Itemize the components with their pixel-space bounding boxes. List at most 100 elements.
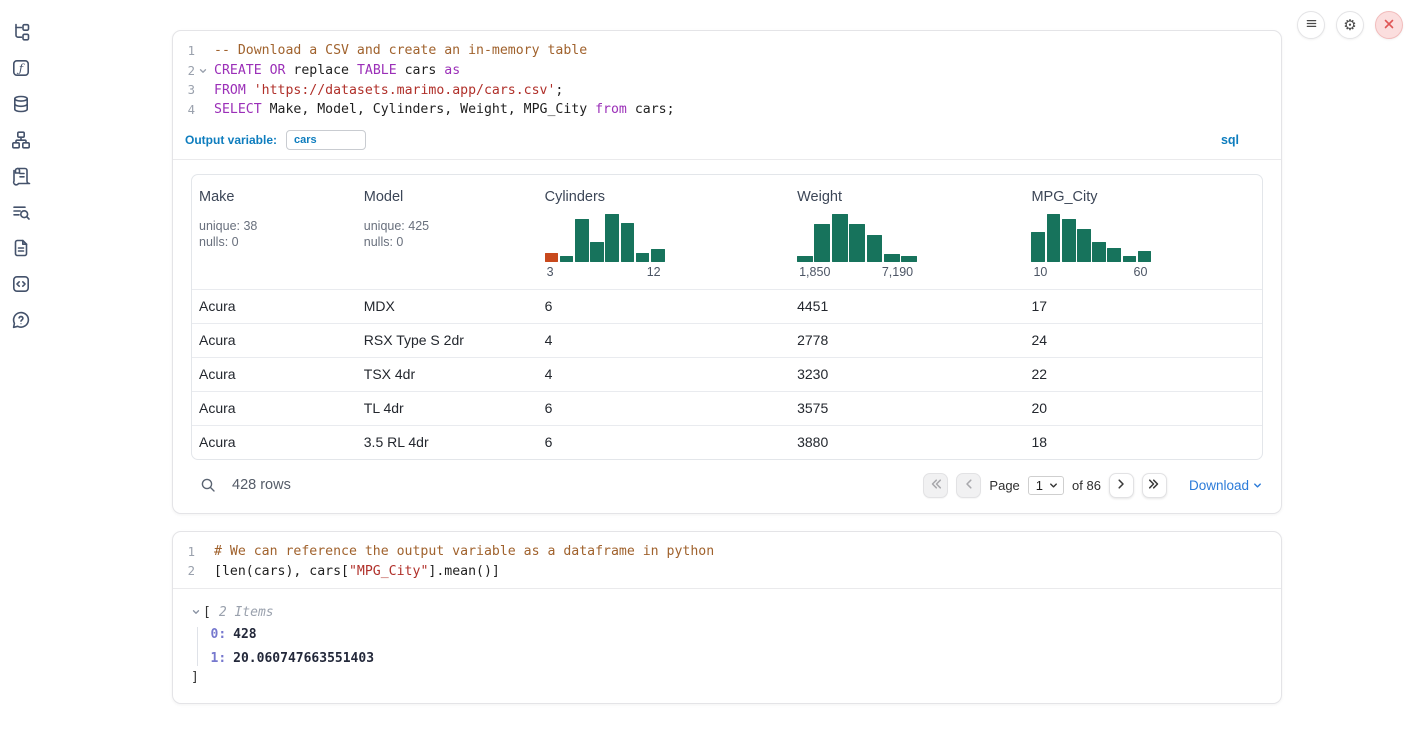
sidebar-item-scratchpad[interactable] xyxy=(11,166,31,186)
table-row[interactable]: AcuraTL 4dr6357520 xyxy=(192,391,1262,425)
prev-page-button[interactable] xyxy=(956,473,981,498)
next-page-button[interactable] xyxy=(1109,473,1134,498)
table-cell: 4 xyxy=(538,324,791,357)
line-number: 1 xyxy=(173,44,195,58)
table-cell: 2778 xyxy=(790,324,1024,357)
histogram-bar xyxy=(797,256,813,262)
line-number: 1 xyxy=(173,545,195,559)
sql-editor[interactable]: 1-- Download a CSV and create an in-memo… xyxy=(173,31,1281,127)
output-variable-input[interactable] xyxy=(286,130,366,150)
sidebar-item-snippets[interactable] xyxy=(11,274,31,294)
menu-button[interactable] xyxy=(1297,11,1325,39)
collapse-chevron-icon[interactable] xyxy=(191,607,201,617)
chevrons-left-icon xyxy=(929,477,943,494)
sql-cell: 1-- Download a CSV and create an in-memo… xyxy=(172,30,1282,514)
histogram-weight[interactable]: 1,8507,190 xyxy=(797,213,917,279)
histogram-bar xyxy=(832,214,848,262)
fold-chevron-icon[interactable] xyxy=(196,66,209,76)
table-cell: 3.5 RL 4dr xyxy=(357,426,538,459)
code-text: SELECT Make, Model, Cylinders, Weight, M… xyxy=(209,102,675,117)
histogram-bar xyxy=(560,256,574,262)
table-header: Makeunique: 38nulls: 0Modelunique: 425nu… xyxy=(192,175,1262,289)
result-table: Makeunique: 38nulls: 0Modelunique: 425nu… xyxy=(191,174,1263,460)
row-count: 428 rows xyxy=(232,477,291,493)
table-cell: 4451 xyxy=(790,290,1024,323)
column-header-model[interactable]: Modelunique: 425nulls: 0 xyxy=(357,175,538,289)
histogram-axis-labels: 312 xyxy=(545,265,665,279)
item-index: 0: xyxy=(211,627,227,642)
histogram-bar xyxy=(1123,256,1137,262)
histogram-bar xyxy=(1047,214,1061,262)
table-cell: MDX xyxy=(357,290,538,323)
file-text-icon xyxy=(11,238,31,258)
table-row[interactable]: AcuraTSX 4dr4323022 xyxy=(192,357,1262,391)
table-row[interactable]: Acura3.5 RL 4dr6388018 xyxy=(192,425,1262,459)
org-chart-icon xyxy=(11,130,31,150)
chevrons-right-icon xyxy=(1147,477,1161,494)
page-select[interactable]: 1 xyxy=(1028,476,1064,495)
svg-text:ƒ: ƒ xyxy=(16,61,25,75)
histogram-mpg_city[interactable]: 1060 xyxy=(1031,213,1151,279)
table-body: AcuraMDX6445117AcuraRSX Type S 2dr427782… xyxy=(192,289,1262,459)
table-cell: 3880 xyxy=(790,426,1024,459)
table-cell: Acura xyxy=(192,392,357,425)
gear-icon: ⚙ xyxy=(1343,18,1356,33)
sidebar-item-data-sources[interactable] xyxy=(11,94,31,114)
table-row[interactable]: AcuraMDX6445117 xyxy=(192,289,1262,323)
search-icon[interactable] xyxy=(200,477,216,493)
page-select-value: 1 xyxy=(1036,478,1043,493)
table-cell: Acura xyxy=(192,290,357,323)
search-list-icon xyxy=(11,202,31,222)
close-button[interactable] xyxy=(1375,11,1403,39)
function-square-icon: ƒ xyxy=(11,58,31,78)
chevron-left-icon xyxy=(962,477,976,494)
settings-button[interactable]: ⚙ xyxy=(1336,11,1364,39)
column-name: Model xyxy=(364,189,530,205)
language-badge: sql xyxy=(1221,133,1239,147)
sidebar-item-variables[interactable]: ƒ xyxy=(11,58,31,78)
histogram-bar xyxy=(1077,229,1091,262)
table-cell: 20 xyxy=(1024,392,1262,425)
histogram-bar xyxy=(867,235,883,262)
code-line: 1-- Download a CSV and create an in-memo… xyxy=(173,41,1281,61)
python-editor[interactable]: 1# We can reference the output variable … xyxy=(173,532,1281,588)
line-number: 2 xyxy=(173,564,195,578)
column-name: Weight xyxy=(797,189,1016,205)
page-label: Page xyxy=(989,478,1019,493)
sidebar-item-documentation[interactable] xyxy=(11,238,31,258)
sidebar-item-dependencies[interactable] xyxy=(11,130,31,150)
table-row[interactable]: AcuraRSX Type S 2dr4277824 xyxy=(192,323,1262,357)
sidebar-item-logs[interactable] xyxy=(11,202,31,222)
first-page-button[interactable] xyxy=(923,473,948,498)
table-cell: Acura xyxy=(192,426,357,459)
code-text: CREATE OR replace TABLE cars as xyxy=(209,63,460,78)
output-variable-row: Output variable: sql xyxy=(173,127,1281,160)
item-value: 428 xyxy=(233,627,256,642)
table-cell: Acura xyxy=(192,358,357,391)
table-cell: RSX Type S 2dr xyxy=(357,324,538,357)
chevron-right-icon xyxy=(1114,477,1128,494)
table-cell: 17 xyxy=(1024,290,1262,323)
sidebar-item-help[interactable] xyxy=(11,310,31,330)
close-bracket: ] xyxy=(191,670,1281,685)
last-page-button[interactable] xyxy=(1142,473,1167,498)
line-number: 3 xyxy=(173,83,195,97)
histogram-bar xyxy=(590,242,604,262)
notebook: 1-- Download a CSV and create an in-memo… xyxy=(172,30,1282,704)
sidebar-item-file-explorer[interactable] xyxy=(11,22,31,42)
code-line: 1# We can reference the output variable … xyxy=(173,542,1281,562)
column-header-weight[interactable]: Weight 1,8507,190 xyxy=(790,175,1024,289)
code-text: [len(cars), cars["MPG_City"].mean()] xyxy=(209,564,500,579)
tree-header: [2 Items xyxy=(191,603,1281,621)
column-header-mpg_city[interactable]: MPG_City1060 xyxy=(1024,175,1262,289)
column-header-make[interactable]: Makeunique: 38nulls: 0 xyxy=(192,175,357,289)
tree-item: 1:20.060747663551403 xyxy=(211,651,1282,666)
column-name: Cylinders xyxy=(545,189,783,205)
histogram-cylinders[interactable]: 312 xyxy=(545,213,665,279)
download-button[interactable]: Download xyxy=(1189,478,1263,493)
column-stats: unique: 38nulls: 0 xyxy=(199,218,349,251)
database-icon xyxy=(11,94,31,114)
histogram-bar xyxy=(1107,248,1121,262)
column-header-cylinders[interactable]: Cylinders 312 xyxy=(538,175,791,289)
tree-item: 0: 428 xyxy=(211,627,1282,642)
